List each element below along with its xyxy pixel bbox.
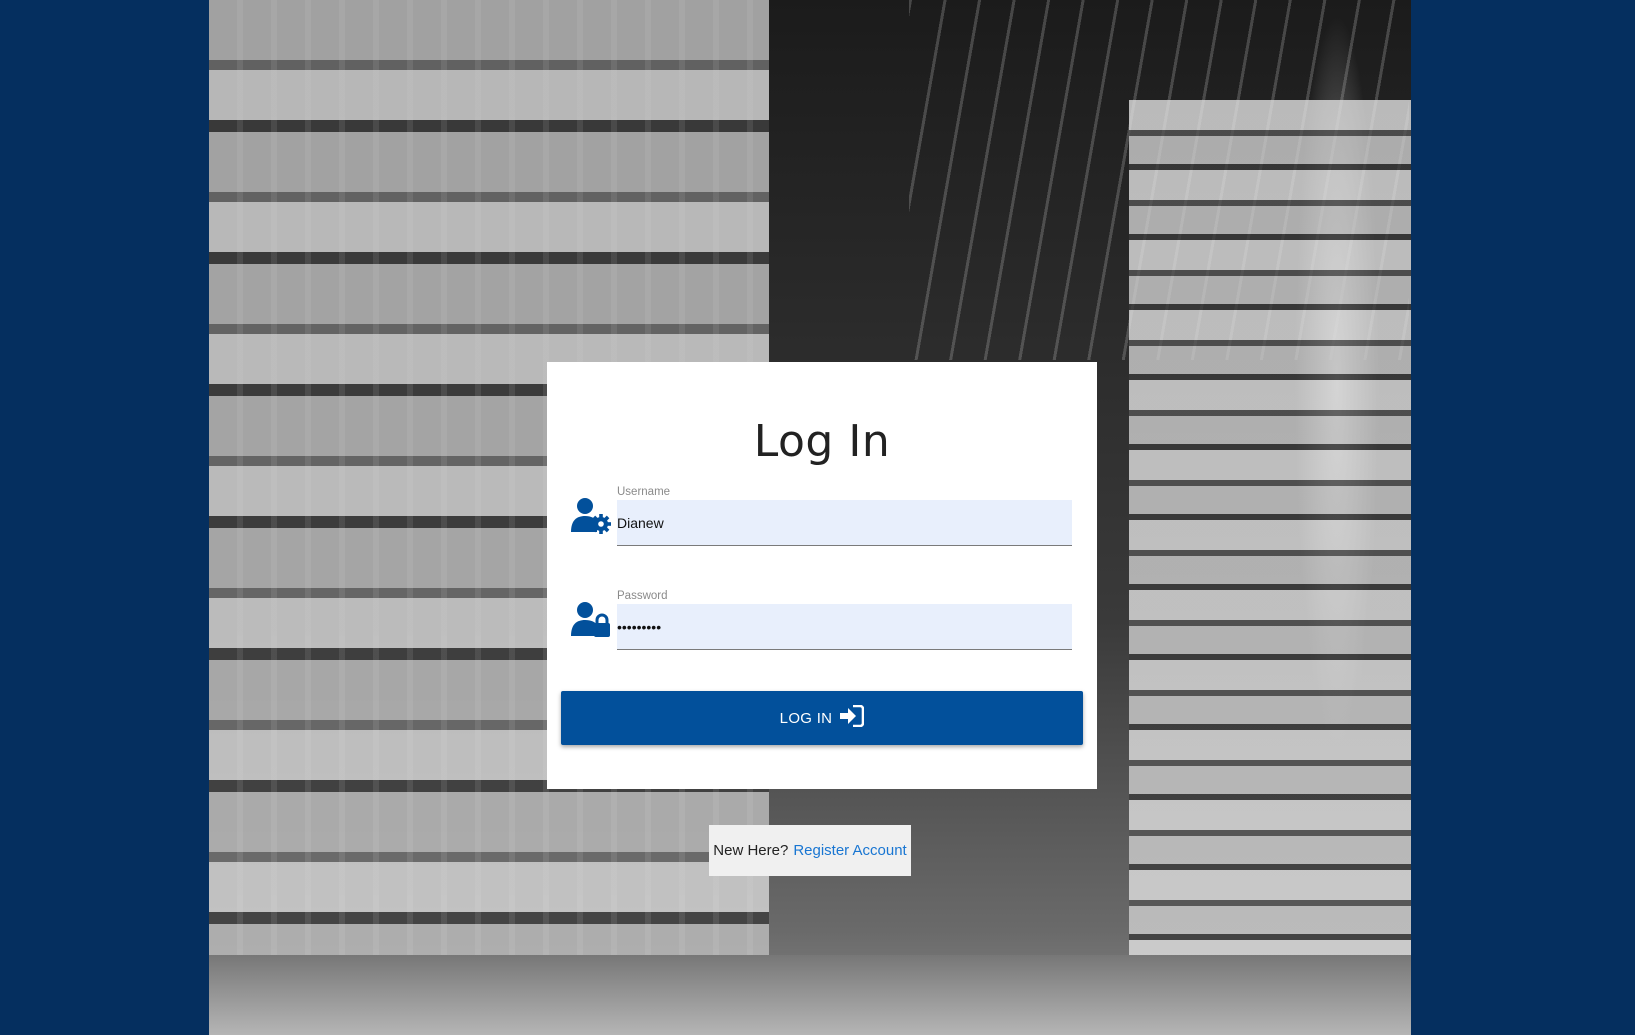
username-label: Username bbox=[617, 486, 671, 498]
login-button-label: LOG IN bbox=[779, 709, 833, 727]
password-label: Password bbox=[617, 590, 668, 602]
register-prompt: New Here? Register Account bbox=[709, 825, 911, 876]
background-floor bbox=[209, 955, 1411, 1035]
sign-in-icon bbox=[838, 704, 865, 731]
user-gear-icon bbox=[571, 496, 613, 536]
login-button[interactable]: LOG IN bbox=[561, 691, 1083, 745]
login-card: Log In Username Password bbox=[547, 362, 1097, 789]
password-input[interactable] bbox=[617, 604, 1072, 650]
user-lock-icon bbox=[571, 600, 613, 640]
register-account-link[interactable]: Register Account bbox=[793, 842, 906, 859]
register-prompt-text: New Here? bbox=[713, 842, 789, 859]
username-input[interactable] bbox=[617, 500, 1072, 546]
background-shelves-right bbox=[1129, 100, 1411, 1000]
password-field: Password bbox=[617, 590, 1072, 652]
username-field: Username bbox=[617, 486, 1072, 548]
page-title: Log In bbox=[753, 416, 891, 467]
